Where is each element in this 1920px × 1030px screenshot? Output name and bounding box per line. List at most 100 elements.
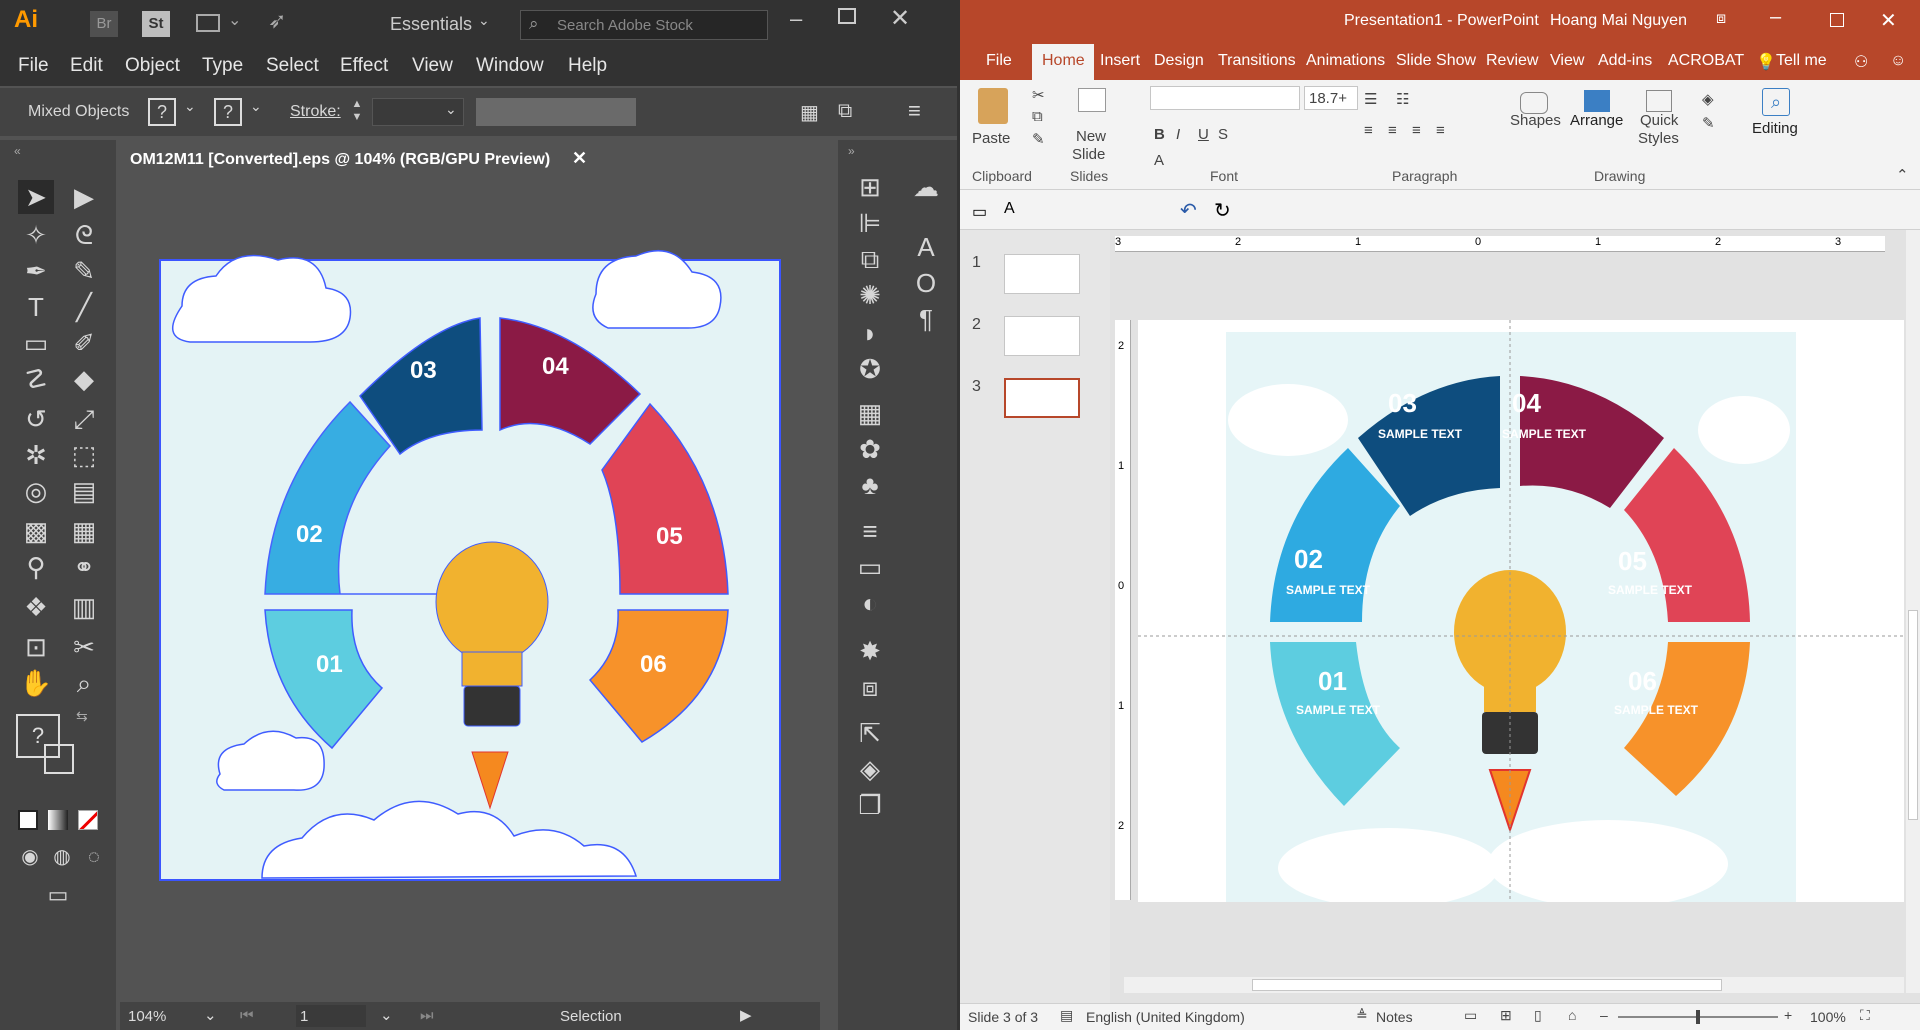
menu-effect[interactable]: Effect: [340, 55, 388, 77]
tell-me-search[interactable]: Tell me: [1776, 52, 1827, 70]
normal-view-icon[interactable]: ▭: [1464, 1007, 1477, 1024]
arrange-button[interactable]: Arrange: [1568, 84, 1628, 168]
tab-file[interactable]: File: [986, 52, 1012, 70]
gradient-panel-icon[interactable]: ▭: [852, 550, 888, 584]
undo-icon[interactable]: ↶: [1180, 198, 1197, 223]
text-icon[interactable]: A: [1004, 200, 1015, 218]
share-icon[interactable]: ⚇: [1854, 52, 1868, 72]
quick-styles-button[interactable]: Quick Styles: [1634, 84, 1684, 168]
menu-type[interactable]: Type: [202, 55, 243, 77]
collapse-icon[interactable]: «: [14, 144, 21, 158]
pen-tool-icon[interactable]: ✒: [18, 254, 54, 288]
spellcheck-icon[interactable]: ▤: [1060, 1007, 1073, 1024]
brushes-icon[interactable]: ✿: [852, 432, 888, 466]
menu-help[interactable]: Help: [568, 55, 607, 77]
chevron-down-icon[interactable]: ⌄: [380, 1006, 393, 1024]
maximize-button[interactable]: [1830, 13, 1844, 27]
stroke-panel-icon[interactable]: ≡: [852, 514, 888, 548]
horizontal-scrollbar[interactable]: [1124, 977, 1904, 993]
blend-icon[interactable]: ⚭: [66, 550, 102, 584]
slide-thumbnail-1[interactable]: [1004, 254, 1080, 294]
cut-icon[interactable]: ✂: [1032, 86, 1045, 104]
symbol-sprayer-icon[interactable]: ❖: [18, 590, 54, 624]
curvature-icon[interactable]: ✎: [66, 254, 102, 288]
stroke-box[interactable]: [44, 744, 74, 774]
appearance-icon[interactable]: ✸: [852, 634, 888, 668]
zoom-level[interactable]: 104%: [128, 1008, 166, 1025]
chevron-down-icon[interactable]: ⌄: [250, 98, 262, 115]
graphic-styles-icon[interactable]: ⧈: [852, 670, 888, 704]
bullets-icon[interactable]: ☰: [1364, 90, 1377, 108]
font-color-button[interactable]: A: [1154, 152, 1164, 169]
magic-wand-icon[interactable]: ✧: [18, 218, 54, 252]
tab-transitions[interactable]: Transitions: [1218, 52, 1296, 70]
status-mode[interactable]: Selection: [560, 1008, 622, 1025]
variable-width-profile[interactable]: [476, 98, 636, 126]
gradient-mode-icon[interactable]: [48, 810, 68, 830]
menu-object[interactable]: Object: [125, 55, 180, 77]
language-status[interactable]: English (United Kingdom): [1086, 1009, 1245, 1025]
artboard-icon[interactable]: ⊡: [18, 630, 54, 664]
panel-menu-icon[interactable]: ≡: [908, 98, 921, 124]
layers-icon[interactable]: ◈: [852, 752, 888, 786]
last-artboard-icon[interactable]: ⏭: [420, 1007, 434, 1024]
links-icon[interactable]: ❐: [852, 788, 888, 822]
menu-select[interactable]: Select: [266, 55, 319, 77]
minimize-button[interactable]: –: [790, 6, 802, 32]
tab-acrobat[interactable]: ACROBAT: [1668, 52, 1744, 70]
slice-icon[interactable]: ✂: [66, 630, 102, 664]
justify-icon[interactable]: ≡: [1436, 122, 1445, 139]
shapes-button[interactable]: Shapes: [1508, 84, 1562, 168]
fill-swatch[interactable]: ?: [148, 98, 176, 126]
shape-fill-icon[interactable]: ◈: [1702, 90, 1714, 108]
underline-button[interactable]: U: [1198, 126, 1209, 143]
line-tool-icon[interactable]: ╱: [66, 290, 102, 324]
color-mode-icon[interactable]: [18, 810, 38, 830]
stroke-stepper[interactable]: ▲ ▼: [348, 98, 366, 126]
paste-button[interactable]: Paste: [970, 84, 1016, 168]
redo-icon[interactable]: ↻: [1214, 198, 1231, 223]
stroke-swatch[interactable]: ?: [214, 98, 242, 126]
collapse-icon[interactable]: »: [848, 144, 855, 158]
ribbon-display-icon[interactable]: ⧈: [1716, 10, 1726, 28]
align-grid-icon[interactable]: ▦: [800, 100, 819, 125]
zoom-out-icon[interactable]: –: [1600, 1007, 1608, 1023]
collapse-ribbon-icon[interactable]: ⌃: [1896, 166, 1909, 184]
tab-home[interactable]: Home: [1042, 52, 1085, 70]
close-button[interactable]: ✕: [1880, 8, 1897, 33]
paintbrush-icon[interactable]: ✐: [66, 326, 102, 360]
slide-canvas[interactable]: 02 SAMPLE TEXT 03 SAMPLE TEXT 04 SAMPLE …: [1138, 320, 1904, 908]
swap-icon[interactable]: ⇆: [76, 708, 88, 725]
transparency-icon[interactable]: ◐: [852, 586, 888, 620]
vertical-scrollbar[interactable]: [1906, 230, 1920, 993]
chevron-down-icon[interactable]: ⌄: [204, 1006, 217, 1024]
zoom-percent[interactable]: 100%: [1810, 1009, 1846, 1025]
copy-icon[interactable]: ⧉: [1032, 108, 1043, 125]
draw-normal-icon[interactable]: ◉: [12, 840, 48, 874]
chevron-down-icon[interactable]: ⌄: [228, 10, 241, 30]
bridge-button[interactable]: Br: [90, 11, 118, 37]
warp-icon[interactable]: ✲: [18, 438, 54, 472]
bold-button[interactable]: B: [1154, 126, 1165, 143]
character-icon[interactable]: A: [908, 230, 944, 264]
pathfinder-icon[interactable]: ⧉: [852, 242, 888, 276]
fit-slide-icon[interactable]: ⛶: [1860, 1007, 1870, 1024]
zoom-slider-thumb[interactable]: [1696, 1010, 1700, 1024]
format-icon[interactable]: ▭: [972, 202, 987, 222]
paragraph-icon[interactable]: ¶: [908, 302, 944, 336]
new-slide-button[interactable]: New Slide: [1068, 84, 1116, 168]
numbering-icon[interactable]: ☷: [1396, 90, 1409, 108]
gradient-icon[interactable]: ▦: [66, 514, 102, 548]
hand-tool-icon[interactable]: ✋: [18, 666, 54, 700]
zoom-tool-icon[interactable]: ⌕: [66, 666, 102, 700]
menu-window[interactable]: Window: [476, 55, 544, 77]
hscrollbar-thumb[interactable]: [1252, 979, 1722, 991]
tab-insert[interactable]: Insert: [1100, 52, 1140, 70]
cc-libraries-icon[interactable]: ☁: [908, 170, 944, 204]
perspective-grid-icon[interactable]: ▤: [66, 474, 102, 508]
close-button[interactable]: ✕: [890, 4, 910, 33]
align-left-icon[interactable]: ≡: [1364, 122, 1373, 139]
color-guide-icon[interactable]: ✺: [852, 278, 888, 312]
zoom-slider[interactable]: [1618, 1010, 1778, 1024]
zoom-in-icon[interactable]: +: [1784, 1007, 1792, 1023]
